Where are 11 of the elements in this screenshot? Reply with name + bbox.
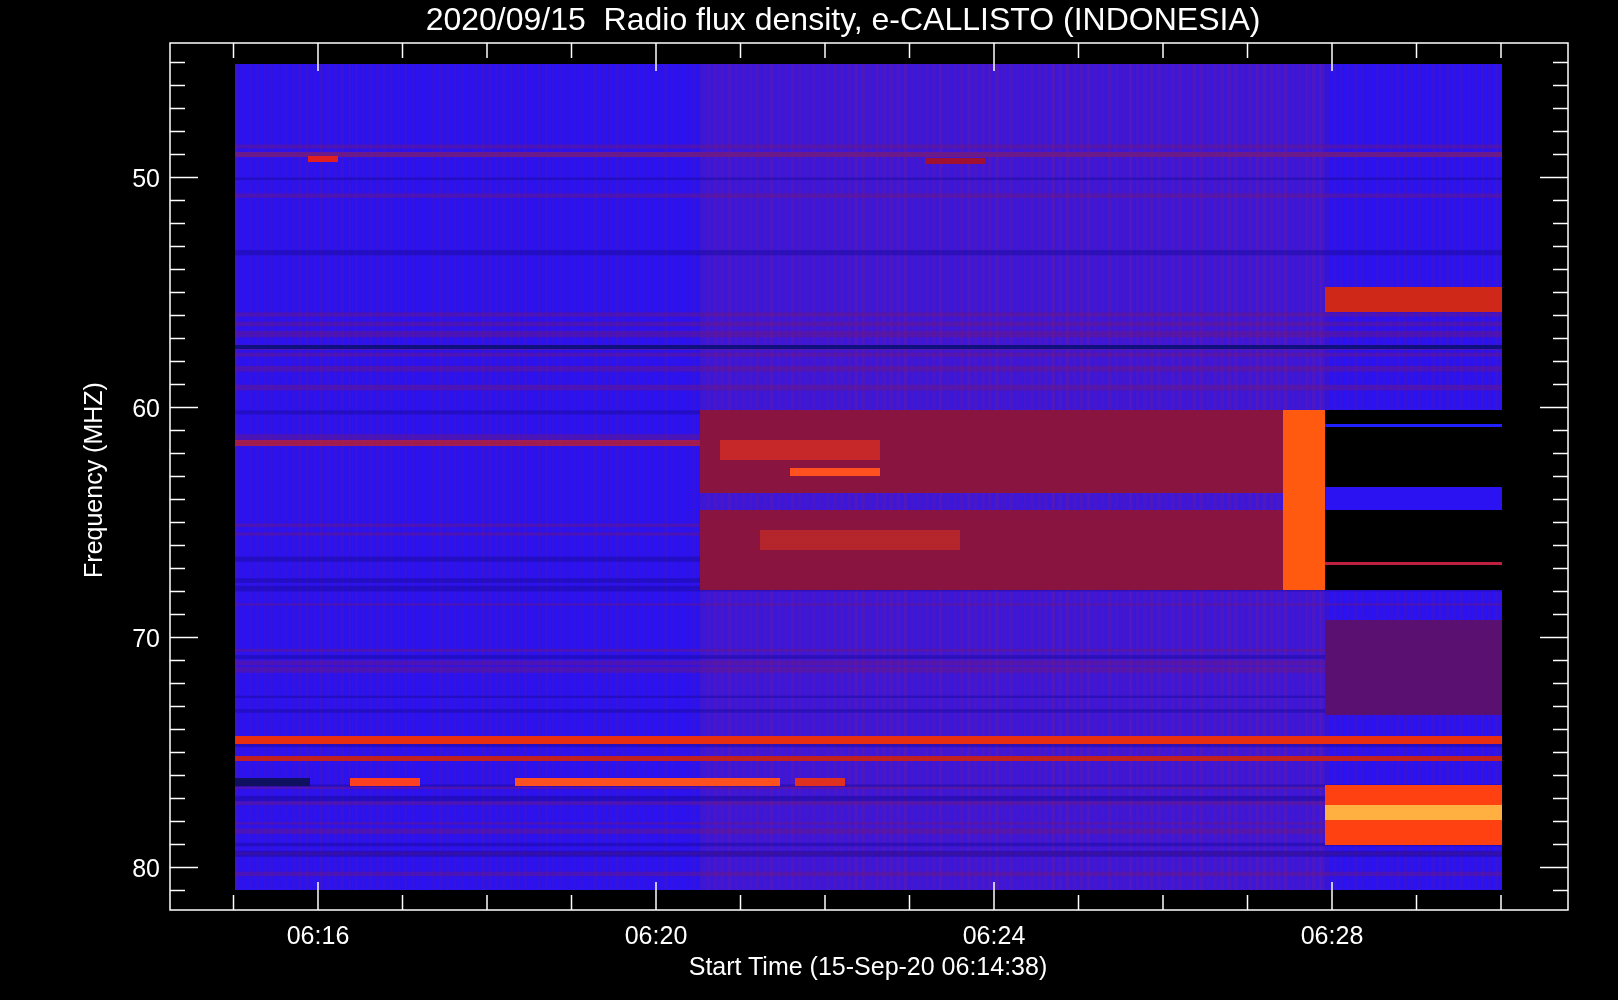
y-tick-label: 60 <box>132 393 160 422</box>
x-tick-label: 06:16 <box>286 921 350 949</box>
y-axis-label: Frequency (MHZ) <box>79 382 107 578</box>
plot-title: 2020/09/15 Radio flux density, e-CALLISTO (INDONESIA) <box>425 1 1261 37</box>
x-tick-label: 06:28 <box>1300 921 1364 949</box>
x-tick-label: 06:20 <box>624 921 688 949</box>
y-tick-label: 50 <box>132 163 160 192</box>
x-axis-label: Start Time (15-Sep-20 06:14:38) <box>688 952 1048 980</box>
y-tick-label: 80 <box>132 853 160 882</box>
x-tick-label: 06:24 <box>962 921 1026 949</box>
y-tick-label: 70 <box>132 623 160 652</box>
